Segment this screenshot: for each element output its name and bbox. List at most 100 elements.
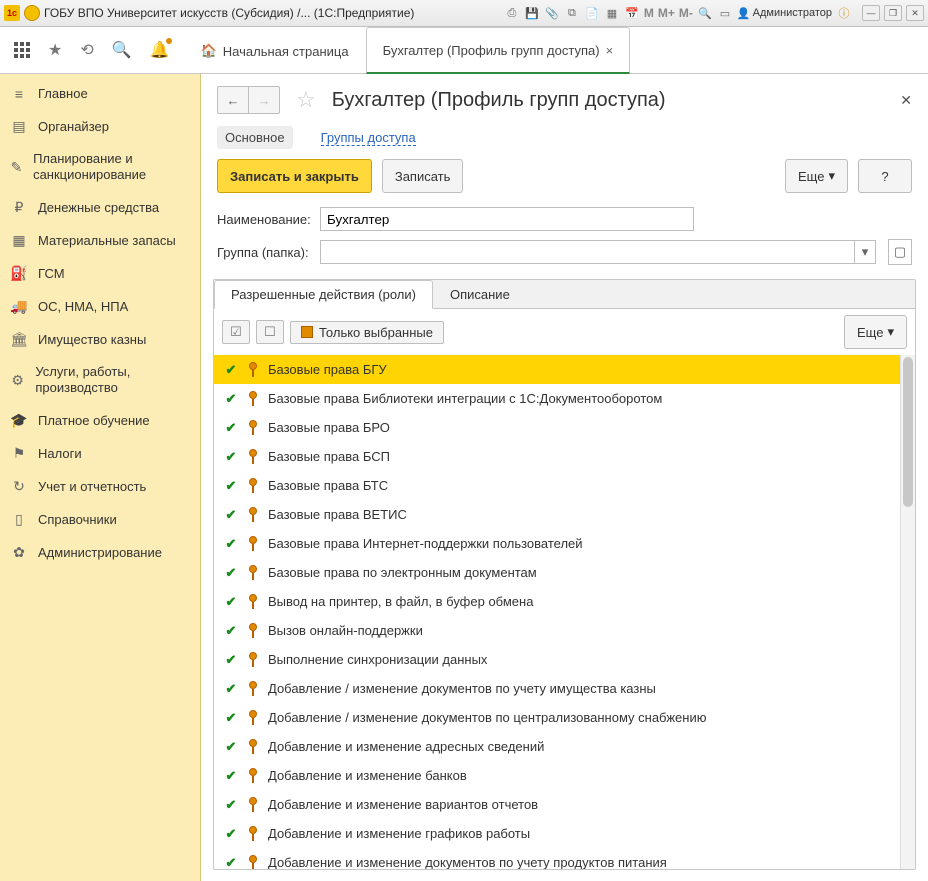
role-row[interactable]: ✔Базовые права БРО (214, 413, 901, 442)
pin-icon (248, 362, 258, 377)
favorite-star-icon[interactable]: ☆ (296, 87, 316, 113)
role-row[interactable]: ✔Добавление и изменение банков (214, 761, 901, 790)
calc-m-minus[interactable]: M- (679, 6, 693, 20)
role-row[interactable]: ✔Добавление и изменение адресных сведени… (214, 732, 901, 761)
star-icon[interactable]: ★ (48, 40, 62, 60)
role-row[interactable]: ✔Базовые права Интернет-поддержки пользо… (214, 529, 901, 558)
table-icon[interactable]: ▦ (604, 5, 620, 21)
restore-button[interactable]: ❐ (884, 5, 902, 21)
deselect-all-button[interactable]: ☐ (256, 320, 284, 344)
sidebar-item-label: Имущество казны (38, 332, 146, 348)
sidebar: ≡Главное ▤Органайзер ✎Планирование и сан… (0, 74, 201, 881)
tab-home[interactable]: 🏠 Начальная страница (184, 28, 366, 73)
tab-profile[interactable]: Бухгалтер (Профиль групп доступа) × (366, 27, 631, 74)
role-label: Базовые права ВЕТИС (268, 507, 407, 522)
role-row[interactable]: ✔ Базовые права ВЕТИС (214, 500, 901, 529)
chevron-down-icon: ▾ (887, 324, 894, 340)
folder-label: Группа (папка): (217, 245, 312, 260)
dropdown-circle-icon[interactable] (24, 5, 40, 21)
roles-list: ✔Базовые права БГУ✔Базовые права Библиот… (214, 355, 915, 869)
name-input[interactable] (320, 207, 694, 231)
role-row[interactable]: ✔Базовые права БГУ (214, 355, 901, 384)
calc-icon[interactable]: ▭ (717, 5, 733, 21)
bell-icon[interactable]: 🔔 (150, 40, 170, 60)
minimize-button[interactable]: — (862, 5, 880, 21)
more-button[interactable]: Еще▾ (785, 159, 848, 193)
sidebar-item[interactable]: ≡Главное (0, 78, 200, 110)
search-top-icon[interactable]: 🔍 (112, 40, 132, 60)
role-label: Вывод на принтер, в файл, в буфер обмена (268, 594, 533, 609)
role-row[interactable]: ✔Добавление / изменение документов по уч… (214, 674, 901, 703)
folder-select[interactable]: ▾ (320, 240, 876, 264)
select-all-button[interactable]: ☑ (222, 320, 250, 344)
role-row[interactable]: ✔Базовые права БСП (214, 442, 901, 471)
save-button[interactable]: Записать (382, 159, 464, 193)
current-user[interactable]: 👤 Администратор (737, 7, 832, 20)
history-icon[interactable]: ⟲ (80, 40, 93, 60)
sidebar-item[interactable]: ⚙Услуги, работы, производство (0, 356, 200, 404)
calc-m-plus[interactable]: M+ (658, 6, 675, 20)
name-label: Наименование: (217, 212, 312, 227)
pin-icon (248, 536, 258, 551)
subtab-main[interactable]: Основное (217, 126, 293, 149)
tab-close-icon[interactable]: × (606, 43, 614, 58)
help-button[interactable]: ? (858, 159, 912, 193)
window-title: ГОБУ ВПО Университет искусств (Субсидия)… (44, 6, 414, 20)
sidebar-item[interactable]: ▦Материальные запасы (0, 224, 200, 257)
sidebar-item[interactable]: ₽Денежные средства (0, 191, 200, 224)
chevron-down-icon[interactable]: ▾ (854, 241, 875, 263)
apps-icon[interactable] (14, 42, 30, 58)
role-row[interactable]: ✔Добавление / изменение документов по це… (214, 703, 901, 732)
sidebar-item[interactable]: ↻Учет и отчетность (0, 470, 200, 503)
sidebar-icon: 🎓 (10, 412, 28, 429)
role-row[interactable]: ✔Добавление и изменение вариантов отчето… (214, 790, 901, 819)
only-selected-button[interactable]: Только выбранные (290, 321, 444, 344)
zoom-icon[interactable]: 🔍 (697, 5, 713, 21)
role-row[interactable]: ✔Базовые права по электронным документам (214, 558, 901, 587)
scrollbar-thumb[interactable] (903, 357, 913, 507)
close-window-button[interactable]: ✕ (906, 5, 924, 21)
role-row[interactable]: ✔Добавление и изменение графиков работы (214, 819, 901, 848)
compare-icon[interactable]: ⧉ (564, 5, 580, 21)
forward-button[interactable]: → (248, 86, 280, 114)
pin-icon (248, 565, 258, 580)
role-row[interactable]: ✔Базовые права Библиотеки интеграции с 1… (214, 384, 901, 413)
sidebar-item[interactable]: ▯Справочники (0, 503, 200, 536)
role-row[interactable]: ✔Выполнение синхронизации данных (214, 645, 901, 674)
check-icon: ✔ (224, 507, 238, 523)
calendar-icon[interactable]: 📅 (624, 5, 640, 21)
sidebar-item[interactable]: 🏛Имущество казны (0, 323, 200, 356)
sidebar-item[interactable]: ✿Администрирование (0, 536, 200, 569)
info-icon[interactable]: ⓘ (836, 5, 852, 21)
sidebar-item[interactable]: ⛽ГСМ (0, 257, 200, 290)
attach-icon[interactable]: 📎 (544, 5, 560, 21)
sidebar-item[interactable]: 🎓Платное обучение (0, 404, 200, 437)
sidebar-item[interactable]: 🚚ОС, НМА, НПА (0, 290, 200, 323)
doc-icon[interactable]: 📄 (584, 5, 600, 21)
roles-tab-desc[interactable]: Описание (433, 280, 527, 309)
sidebar-item[interactable]: ✎Планирование и санкционирование (0, 143, 200, 191)
back-button[interactable]: ← (217, 86, 248, 114)
pin-icon (248, 826, 258, 841)
save-icon[interactable]: 💾 (524, 5, 540, 21)
roles-scrollbar[interactable] (900, 355, 915, 869)
subtab-groups[interactable]: Группы доступа (313, 126, 424, 149)
role-row[interactable]: ✔Вывод на принтер, в файл, в буфер обмен… (214, 587, 901, 616)
calc-m[interactable]: M (644, 6, 654, 20)
roles-more-button[interactable]: Еще▾ (844, 315, 907, 349)
check-icon: ✔ (224, 797, 238, 813)
roles-tab-allowed[interactable]: Разрешенные действия (роли) (214, 280, 433, 309)
sidebar-item[interactable]: ⚑Налоги (0, 437, 200, 470)
save-and-close-button[interactable]: Записать и закрыть (217, 159, 372, 193)
role-row[interactable]: ✔Базовые права БТС (214, 471, 901, 500)
body: ≡Главное ▤Органайзер ✎Планирование и сан… (0, 74, 928, 881)
print-icon[interactable]: ⎙ (504, 5, 520, 21)
pin-icon (248, 681, 258, 696)
pin-icon (248, 391, 258, 406)
open-folder-button[interactable]: ▢ (888, 239, 912, 265)
role-row[interactable]: ✔Вызов онлайн-поддержки (214, 616, 901, 645)
check-icon: ✔ (224, 623, 238, 639)
sidebar-item[interactable]: ▤Органайзер (0, 110, 200, 143)
role-row[interactable]: ✔Добавление и изменение документов по уч… (214, 848, 901, 869)
page-close-button[interactable]: ✕ (900, 92, 912, 109)
